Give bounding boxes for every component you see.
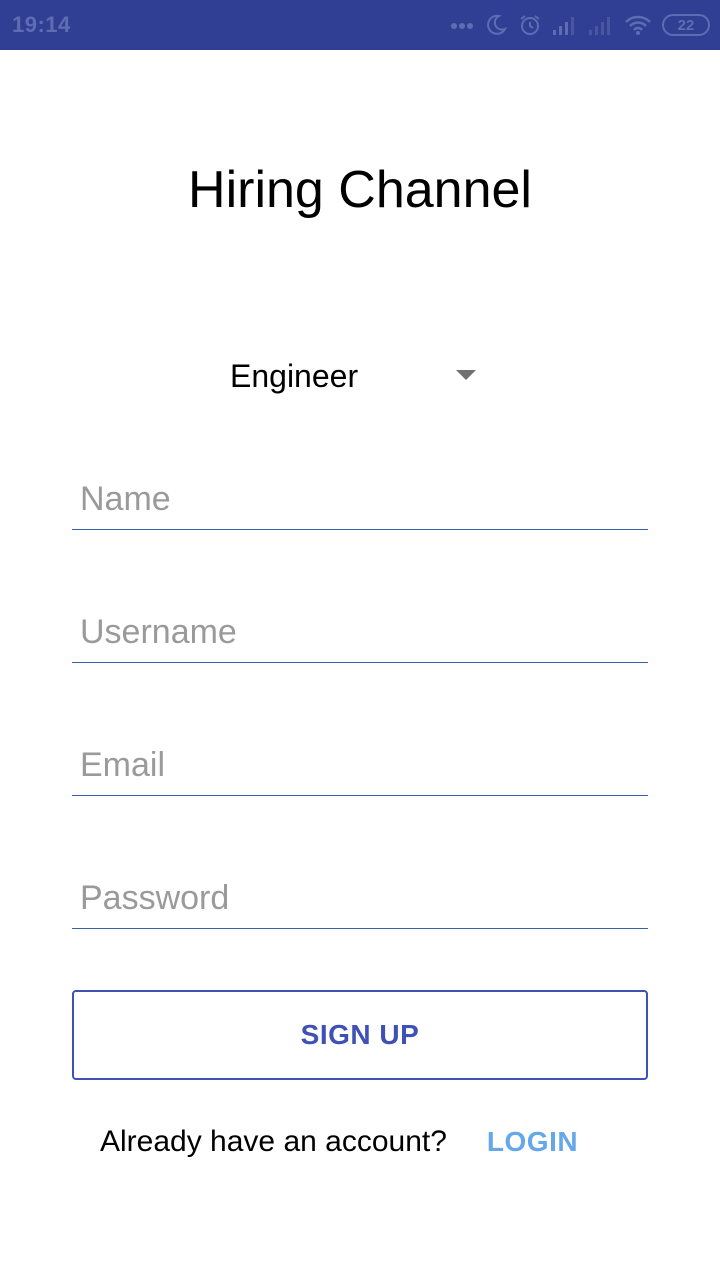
status-time: 19:14 — [12, 12, 71, 37]
name-field — [72, 460, 648, 530]
password-field — [72, 859, 648, 929]
email-field — [72, 726, 648, 796]
status-icons: 22 — [450, 10, 710, 40]
status-bar: 19:14 22 — [0, 0, 720, 50]
battery-level: 22 — [677, 16, 695, 34]
email-input[interactable] — [80, 746, 640, 785]
username-field — [72, 593, 648, 663]
login-question: Already have an account? — [100, 1125, 447, 1158]
login-link[interactable]: LOGIN — [487, 1126, 578, 1158]
role-select-value: Engineer — [230, 358, 359, 394]
username-input[interactable] — [80, 613, 640, 652]
alarm-icon — [518, 13, 542, 37]
battery-icon: 22 — [662, 14, 710, 36]
signup-button[interactable]: SIGN UP — [72, 990, 648, 1080]
signal-icon — [588, 14, 614, 36]
signal-icon — [552, 14, 578, 36]
dropdown-arrow-icon — [456, 370, 476, 380]
name-input[interactable] — [80, 480, 640, 519]
password-input[interactable] — [80, 879, 640, 918]
app-title: Hiring Channel — [188, 161, 532, 219]
wifi-icon — [624, 14, 652, 36]
role-select[interactable]: Engineer — [220, 348, 490, 404]
dots-icon — [450, 20, 474, 30]
moon-icon — [484, 13, 508, 37]
login-row: Already have an account? LOGIN — [100, 1122, 578, 1162]
